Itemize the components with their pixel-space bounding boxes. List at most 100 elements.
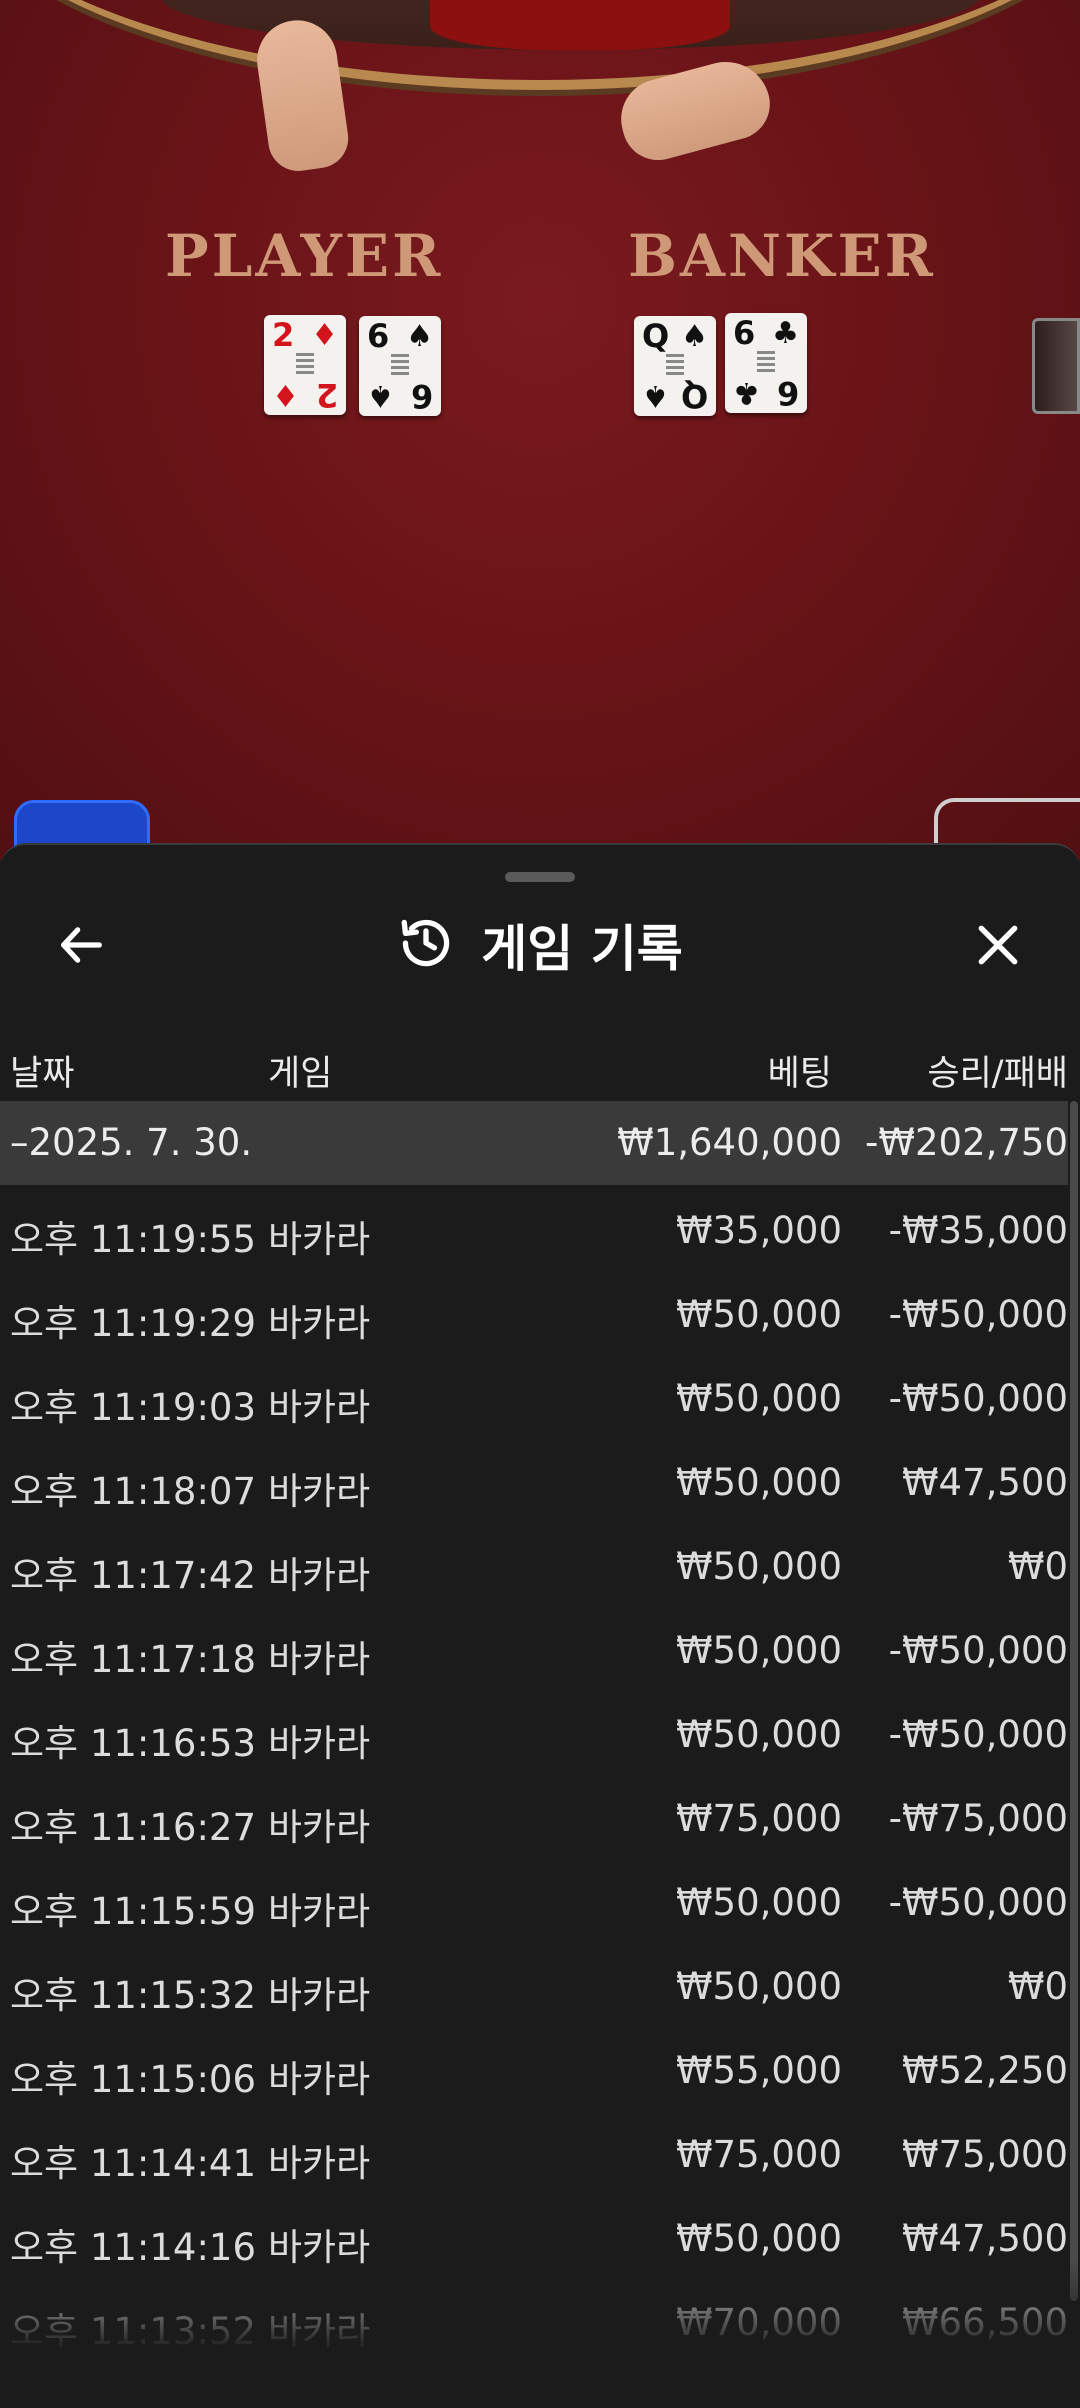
row-game: 바카라 bbox=[268, 1470, 371, 1513]
row-game: 바카라 bbox=[268, 1806, 371, 1849]
row-win-loss: ₩66,500 bbox=[901, 2301, 1068, 2344]
card-suit: ♠ bbox=[642, 378, 669, 413]
row-time: 오후 11:18:07 bbox=[10, 1470, 257, 1513]
row-win-loss: -₩50,000 bbox=[888, 1293, 1068, 1336]
card-rank: 6 bbox=[776, 374, 799, 412]
row-game: 바카라 bbox=[268, 1722, 371, 1765]
history-list: 오후 11:19:55 바카라 ₩35,000 -₩35,000 오후 11:1… bbox=[0, 1185, 1068, 2361]
banker-card-1: Q ♠ ♠ Q bbox=[634, 316, 716, 416]
history-row[interactable]: 오후 11:15:06 바카라 ₩55,000 ₩52,250 bbox=[0, 2025, 1068, 2109]
sheet-header: 게임 기록 bbox=[0, 895, 1080, 995]
column-header-date[interactable]: 날짜 bbox=[10, 1045, 74, 1096]
row-bet: ₩55,000 bbox=[675, 2049, 842, 2092]
app-screen: PLAYER BANKER 2 ♦ ♦ 2 6 ♠ ♠ 6 Q ♠ ♠ Q 6 … bbox=[0, 0, 1080, 2408]
row-time: 오후 11:15:32 bbox=[10, 1974, 257, 2017]
history-row[interactable]: 오후 11:15:32 바카라 ₩50,000 ₩0 bbox=[0, 1941, 1068, 2025]
row-bet: ₩75,000 bbox=[675, 2133, 842, 2176]
history-row[interactable]: 오후 11:19:03 바카라 ₩50,000 -₩50,000 bbox=[0, 1353, 1068, 1437]
row-win-loss: ₩52,250 bbox=[901, 2049, 1068, 2092]
row-time: 오후 11:16:53 bbox=[10, 1722, 257, 1765]
row-win-loss: ₩75,000 bbox=[901, 2133, 1068, 2176]
row-time: 오후 11:14:16 bbox=[10, 2226, 257, 2269]
card-center-mark bbox=[391, 354, 409, 376]
card-rank: Q bbox=[680, 377, 708, 415]
row-game: 바카라 bbox=[268, 1974, 371, 2017]
row-time: 오후 11:19:29 bbox=[10, 1302, 257, 1345]
row-game: 바카라 bbox=[268, 2310, 371, 2353]
history-row[interactable]: 오후 11:17:42 바카라 ₩50,000 ₩0 bbox=[0, 1521, 1068, 1605]
row-bet: ₩50,000 bbox=[675, 1965, 842, 2008]
history-row[interactable]: 오후 11:13:52 바카라 ₩70,000 ₩66,500 bbox=[0, 2277, 1068, 2361]
row-time: 오후 11:16:27 bbox=[10, 1806, 257, 1849]
row-game: 바카라 bbox=[268, 1554, 371, 1597]
row-game: 바카라 bbox=[268, 1638, 371, 1681]
row-time: 오후 11:17:42 bbox=[10, 1554, 257, 1597]
date-group-bet-total: ₩1,640,000 bbox=[617, 1121, 842, 1164]
row-game: 바카라 bbox=[268, 1302, 371, 1345]
history-row[interactable]: 오후 11:14:16 바카라 ₩50,000 ₩47,500 bbox=[0, 2193, 1068, 2277]
sheet-title: 게임 기록 bbox=[481, 920, 683, 978]
row-win-loss: ₩0 bbox=[1007, 1545, 1068, 1588]
table-header: 날짜 게임 베팅 승리/패배 bbox=[0, 1037, 1080, 1097]
column-header-game[interactable]: 게임 bbox=[268, 1045, 332, 1096]
card-suit: ♦ bbox=[272, 377, 299, 412]
row-win-loss: ₩47,500 bbox=[901, 1461, 1068, 1504]
row-win-loss: ₩0 bbox=[1007, 1965, 1068, 2008]
banker-label: BANKER bbox=[628, 222, 936, 290]
row-win-loss: -₩50,000 bbox=[888, 1881, 1068, 1924]
close-button[interactable] bbox=[966, 915, 1030, 979]
player-label: PLAYER bbox=[165, 222, 444, 290]
table-rail bbox=[0, 0, 1080, 90]
date-group-row[interactable]: –2025. 7. 30. ₩1,640,000 -₩202,750 bbox=[0, 1101, 1068, 1185]
row-bet: ₩50,000 bbox=[675, 1713, 842, 1756]
row-win-loss: -₩35,000 bbox=[888, 1209, 1068, 1252]
history-scrollbar[interactable] bbox=[1070, 1101, 1078, 2301]
history-row[interactable]: 오후 11:17:18 바카라 ₩50,000 -₩50,000 bbox=[0, 1605, 1068, 1689]
row-time: 오후 11:15:06 bbox=[10, 2058, 257, 2101]
card-suit: ♠ bbox=[367, 378, 394, 413]
history-row[interactable]: 오후 11:19:29 바카라 ₩50,000 -₩50,000 bbox=[0, 1269, 1068, 1353]
row-game: 바카라 bbox=[268, 2142, 371, 2185]
card-center-mark bbox=[757, 351, 775, 373]
history-clock-icon bbox=[397, 914, 455, 976]
row-win-loss: -₩50,000 bbox=[888, 1629, 1068, 1672]
sheet-drag-handle[interactable] bbox=[505, 872, 575, 882]
row-game: 바카라 bbox=[268, 1218, 371, 1261]
column-header-win-loss[interactable]: 승리/패배 bbox=[927, 1045, 1068, 1096]
row-game: 바카라 bbox=[268, 2226, 371, 2269]
player-card-2: 6 ♠ ♠ 6 bbox=[359, 316, 441, 416]
row-game: 바카라 bbox=[268, 2058, 371, 2101]
card-rank: 2 bbox=[315, 376, 338, 414]
card-rank: 6 bbox=[410, 377, 433, 415]
sheet-title-wrap: 게임 기록 bbox=[0, 895, 1080, 995]
row-bet: ₩50,000 bbox=[675, 2217, 842, 2260]
history-row[interactable]: 오후 11:16:27 바카라 ₩75,000 -₩75,000 bbox=[0, 1773, 1068, 1857]
history-row[interactable]: 오후 11:18:07 바카라 ₩50,000 ₩47,500 bbox=[0, 1437, 1068, 1521]
row-time: 오후 11:19:55 bbox=[10, 1218, 257, 1261]
row-bet: ₩50,000 bbox=[675, 1377, 842, 1420]
card-rank: 6 bbox=[367, 317, 390, 355]
card-rank: 6 bbox=[733, 314, 756, 352]
back-button[interactable] bbox=[50, 915, 114, 979]
date-group-label: –2025. 7. 30. bbox=[10, 1121, 253, 1164]
column-header-bet[interactable]: 베팅 bbox=[768, 1045, 832, 1096]
row-game: 바카라 bbox=[268, 1890, 371, 1933]
row-bet: ₩50,000 bbox=[675, 1461, 842, 1504]
row-bet: ₩75,000 bbox=[675, 1797, 842, 1840]
card-suit: ♠ bbox=[681, 319, 708, 354]
card-rank: 2 bbox=[272, 316, 295, 354]
date-group-win-loss-total: -₩202,750 bbox=[865, 1121, 1068, 1164]
history-row[interactable]: 오후 11:19:55 바카라 ₩35,000 -₩35,000 bbox=[0, 1185, 1068, 1269]
card-suit: ♠ bbox=[406, 319, 433, 354]
history-row[interactable]: 오후 11:16:53 바카라 ₩50,000 -₩50,000 bbox=[0, 1689, 1068, 1773]
row-bet: ₩70,000 bbox=[675, 2301, 842, 2344]
card-rank: Q bbox=[642, 317, 670, 355]
row-time: 오후 11:13:52 bbox=[10, 2310, 257, 2353]
card-suit: ♦ bbox=[311, 318, 338, 353]
game-history-sheet: 게임 기록 날짜 게임 베팅 승리/패배 –2025. 7. 30. ₩1,64… bbox=[0, 843, 1080, 2408]
card-suit: ♣ bbox=[733, 375, 760, 410]
history-row[interactable]: 오후 11:14:41 바카라 ₩75,000 ₩75,000 bbox=[0, 2109, 1068, 2193]
row-bet: ₩50,000 bbox=[675, 1545, 842, 1588]
row-bet: ₩50,000 bbox=[675, 1629, 842, 1672]
history-row[interactable]: 오후 11:15:59 바카라 ₩50,000 -₩50,000 bbox=[0, 1857, 1068, 1941]
